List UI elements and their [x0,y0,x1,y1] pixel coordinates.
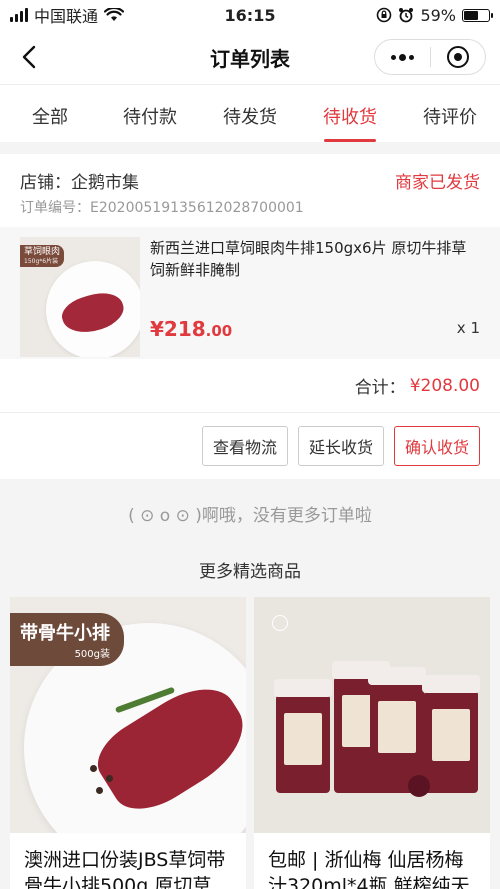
item-info: 新西兰进口草饲眼肉牛排150gx6片 原切牛排草饲新鲜非腌制 ¥218.00 x… [140,237,480,349]
recommended-products: 带骨牛小排 500g装 澳洲进口份装JBS草饲带骨牛小排500g 原切草 包邮 … [0,597,500,889]
tab-pending-receipt[interactable]: 待收货 [300,85,400,142]
wifi-icon [104,8,125,21]
tab-all[interactable]: 全部 [0,85,100,142]
price-integer: 218 [163,317,206,341]
more-button[interactable] [375,40,430,74]
price-symbol: ¥ [150,317,164,341]
total-label: 合计： [354,378,406,398]
battery-percent: 59% [420,5,456,25]
view-logistics-button[interactable]: 查看物流 [201,426,288,466]
status-bar-left: 中国联通 [10,3,125,27]
product-badge-sub: 500g装 [74,649,110,660]
product-badge-text: 带骨牛小排 [20,623,110,644]
order-status: 商家已发货 [395,173,480,193]
target-circle-icon [446,46,469,68]
alarm-icon [399,8,414,23]
peppercorn-graphic [96,787,103,794]
signal-icon [10,8,28,22]
bayberry-graphic [408,775,430,797]
product-title: 包邮 | 浙仙梅 仙居杨梅汁320ml*4瓶 鲜榨纯天 [268,849,470,889]
juice-bottle-graphic [274,679,332,793]
item-title: 新西兰进口草饲眼肉牛排150gx6片 原切牛排草饲新鲜非腌制 [150,239,467,279]
product-image [254,597,490,833]
product-card[interactable]: 带骨牛小排 500g装 澳洲进口份装JBS草饲带骨牛小排500g 原切草 [10,597,246,889]
mini-program-capsule [374,39,486,75]
peppercorn-graphic [90,765,97,772]
thumbnail-tag-sub: 150g*6片装 [24,257,59,265]
order-total: 合计： ¥208.00 [0,359,500,413]
battery-icon [462,8,493,22]
order-actions: 查看物流 延长收货 确认收货 [0,413,500,479]
back-icon[interactable] [18,44,44,70]
product-badge: 带骨牛小排 500g装 [10,613,124,666]
tab-pending-payment[interactable]: 待付款 [100,85,200,142]
product-image: 带骨牛小排 500g装 [10,597,246,833]
thumbnail-tag: 草饲眼肉 150g*6片装 [20,245,65,267]
shop-row: 店铺：企鹅市集 商家已发货 [0,154,500,193]
navigation-bar: 订单列表 [0,30,500,84]
page-title: 订单列表 [210,46,290,71]
shop-name[interactable]: 店铺：企鹅市集 [20,168,139,193]
tab-pending-shipment[interactable]: 待发货 [200,85,300,142]
confirm-receipt-button[interactable]: 确认收货 [393,426,480,466]
more-dots-icon [390,53,414,61]
orientation-lock-icon [377,7,392,23]
item-quantity: x 1 [456,319,480,337]
product-title: 澳洲进口份装JBS草饲带骨牛小排500g 原切草 [24,849,226,889]
recommend-section-title: 更多精选商品 [199,562,301,582]
juice-bottle-graphic [422,675,480,793]
tab-pending-review[interactable]: 待评价 [400,85,500,142]
peppercorn-graphic [106,775,113,782]
item-price: ¥218.00 [150,317,232,341]
order-item[interactable]: 草饲眼肉 150g*6片装 新西兰进口草饲眼肉牛排150gx6片 原切牛排草饲新… [0,227,500,359]
circle-mark-icon [272,615,288,631]
total-amount: ¥208.00 [409,375,480,396]
carrier-label: 中国联通 [34,7,99,26]
order-status-tabs: 全部 待付款 待发货 待收货 待评价 [0,84,500,142]
order-number: 订单编号：E20200519135612028700001 [20,200,304,216]
close-mini-program-button[interactable] [431,40,486,74]
product-card[interactable]: 包邮 | 浙仙梅 仙居杨梅汁320ml*4瓶 鲜榨纯天 [254,597,490,889]
extend-receipt-button[interactable]: 延长收货 [297,426,384,466]
price-decimal: .00 [205,322,233,340]
order-card: 店铺：企鹅市集 商家已发货 订单编号：E20200519135612028700… [0,154,500,479]
no-more-orders-text: ( ⊙ o ⊙ )啊哦，没有更多订单啦 [128,506,372,526]
status-bar: 中国联通 16:15 59% [0,0,500,30]
thumbnail-tag-text: 草饲眼肉 [24,247,61,257]
status-bar-right: 59% [376,5,493,25]
product-thumbnail: 草饲眼肉 150g*6片装 [20,237,140,357]
